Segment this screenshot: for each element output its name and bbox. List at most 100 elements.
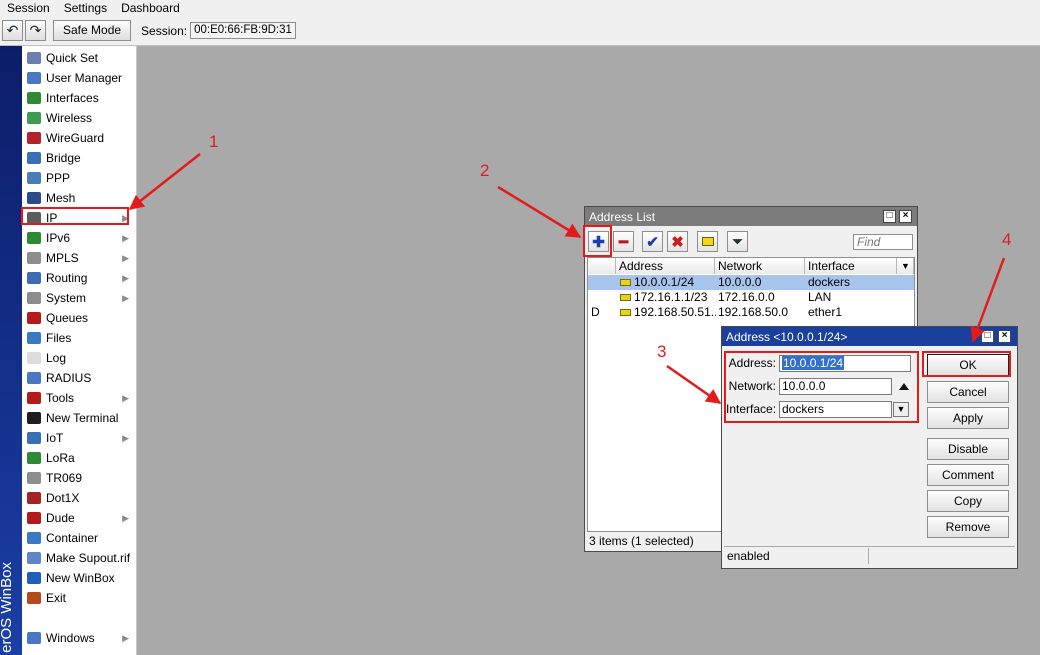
comment-button[interactable]: [697, 231, 718, 252]
maximize-icon[interactable]: □: [883, 210, 896, 223]
sidebar-item-quick-set[interactable]: Quick Set: [22, 48, 137, 68]
sidebar-item-label: Interfaces: [46, 91, 99, 105]
sidebar-item-interfaces[interactable]: Interfaces: [22, 88, 137, 108]
disable-dialog-button[interactable]: Disable: [927, 438, 1009, 460]
sidebar-item-queues[interactable]: Queues: [22, 308, 137, 328]
radius-icon: [27, 372, 41, 384]
arrow-step2: [497, 185, 582, 239]
col-flags[interactable]: [588, 258, 616, 274]
menu-settings[interactable]: Settings: [57, 0, 114, 16]
sidebar-item-container[interactable]: Container: [22, 528, 137, 548]
submenu-arrow-icon: ▶: [122, 252, 129, 263]
dialog-maximize-icon[interactable]: □: [981, 330, 994, 343]
close-icon[interactable]: ×: [899, 210, 912, 223]
remove-button[interactable]: ━: [613, 231, 634, 252]
sidebar-item-wireless[interactable]: Wireless: [22, 108, 137, 128]
sidebar-item-windows[interactable]: Windows ▶: [22, 628, 137, 648]
wireless-icon: [27, 112, 41, 124]
row-flag: [591, 290, 611, 305]
arrow-step1: [128, 153, 201, 210]
col-network[interactable]: Network: [715, 258, 805, 274]
sidebar-item-user-manager[interactable]: User Manager: [22, 68, 137, 88]
table-row[interactable]: D 192.168.50.51... 192.168.50.0 ether1: [588, 305, 914, 320]
disable-button[interactable]: ✖: [667, 231, 688, 252]
sidebar-item-system[interactable]: System ▶: [22, 288, 137, 308]
row-interface: LAN: [808, 290, 832, 304]
sidebar-item-iot[interactable]: IoT ▶: [22, 428, 137, 448]
col-address[interactable]: Address: [616, 258, 715, 274]
table-row[interactable]: 172.16.1.1/23 172.16.0.0 LAN: [588, 290, 914, 305]
cancel-button[interactable]: Cancel: [927, 381, 1009, 403]
copy-button[interactable]: Copy: [927, 490, 1009, 512]
dialog-status-text: enabled: [727, 549, 770, 563]
sidebar-item-dot1x[interactable]: Dot1X: [22, 488, 137, 508]
address-row-icon: [620, 294, 631, 301]
redo-icon[interactable]: ↷: [25, 20, 46, 41]
sidebar-item-exit[interactable]: Exit: [22, 588, 137, 608]
sidebar-item-routing[interactable]: Routing ▶: [22, 268, 137, 288]
mesh-icon: [27, 192, 41, 204]
sidebar-item-label: Container: [46, 531, 99, 545]
step-2-label: 2: [480, 161, 490, 180]
sidebar-item-wireguard[interactable]: WireGuard: [22, 128, 137, 148]
tools-icon: [27, 392, 41, 404]
safe-mode-button[interactable]: Safe Mode: [53, 20, 132, 41]
find-input[interactable]: [853, 234, 913, 250]
ok-highlight: [922, 351, 1011, 377]
sidebar-item-tr069[interactable]: TR069: [22, 468, 137, 488]
sidebar-item-label: Exit: [46, 591, 67, 605]
dialog-close-icon[interactable]: ×: [998, 330, 1011, 343]
sidebar-item-radius[interactable]: RADIUS: [22, 368, 137, 388]
table-row[interactable]: 10.0.0.1/24 10.0.0.0 dockers: [588, 275, 914, 290]
sidebar-item-label: Windows: [46, 631, 95, 645]
menu-session[interactable]: Session: [0, 0, 57, 16]
apply-button[interactable]: Apply: [927, 407, 1009, 429]
address-row-icon: [620, 309, 631, 316]
sidebar-item-lora[interactable]: LoRa: [22, 448, 137, 468]
undo-icon[interactable]: ↶: [2, 20, 23, 41]
dot1x-icon: [27, 492, 41, 504]
sidebar-item-dude[interactable]: Dude ▶: [22, 508, 137, 528]
sidebar-item-label: New WinBox: [46, 571, 115, 585]
comment-dialog-button[interactable]: Comment: [927, 464, 1009, 486]
fields-highlight: [724, 351, 919, 423]
step-3-label: 3: [657, 342, 667, 361]
sidebar-item-new-winbox[interactable]: New WinBox: [22, 568, 137, 588]
menu-dashboard[interactable]: Dashboard: [114, 0, 187, 16]
lora-icon: [27, 452, 41, 464]
sidebar-item-label: MPLS: [46, 251, 79, 265]
dialog-titlebar[interactable]: Address <10.0.0.1/24> □ ×: [722, 327, 1017, 346]
row-address: 10.0.0.1/24: [634, 275, 695, 289]
address-list-titlebar[interactable]: Address List □ ×: [585, 207, 917, 226]
iot-icon: [27, 432, 41, 444]
sidebar-item-ppp[interactable]: PPP: [22, 168, 137, 188]
sidebar-item-files[interactable]: Files: [22, 328, 137, 348]
sidebar-item-label: Dude: [46, 511, 75, 525]
sidebar-item-new-terminal[interactable]: New Terminal: [22, 408, 137, 428]
sidebar-item-label: Files: [46, 331, 72, 345]
remove-dialog-button[interactable]: Remove: [927, 516, 1009, 538]
files-icon: [27, 332, 41, 344]
exit-icon: [27, 592, 41, 604]
sidebar-item-log[interactable]: Log: [22, 348, 137, 368]
wand-icon: [27, 52, 41, 64]
sidebar-item-label: PPP: [46, 171, 71, 185]
ppp-icon: [27, 172, 41, 184]
sidebar-item-mesh[interactable]: Mesh: [22, 188, 137, 208]
enable-button[interactable]: ✔: [642, 231, 663, 252]
filter-button[interactable]: ⏷: [727, 231, 748, 252]
sidebar-item-label: Bridge: [46, 151, 81, 165]
sidebar-item-mpls[interactable]: MPLS ▶: [22, 248, 137, 268]
sidebar-item-tools[interactable]: Tools ▶: [22, 388, 137, 408]
sidebar-item-ipv6[interactable]: IPv6 ▶: [22, 228, 137, 248]
column-menu-icon[interactable]: ▼: [897, 258, 914, 274]
row-address: 172.16.1.1/23: [634, 290, 708, 304]
brand-strip: erOS WinBox: [0, 46, 22, 655]
queues-icon: [27, 312, 41, 324]
sidebar-item-make-supout-rif[interactable]: Make Supout.rif: [22, 548, 137, 568]
row-network: 10.0.0.0: [718, 275, 762, 289]
submenu-arrow-icon: ▶: [122, 392, 129, 403]
sidebar-item-label: Quick Set: [46, 51, 99, 65]
sidebar-item-bridge[interactable]: Bridge: [22, 148, 137, 168]
col-interface[interactable]: Interface: [805, 258, 897, 274]
